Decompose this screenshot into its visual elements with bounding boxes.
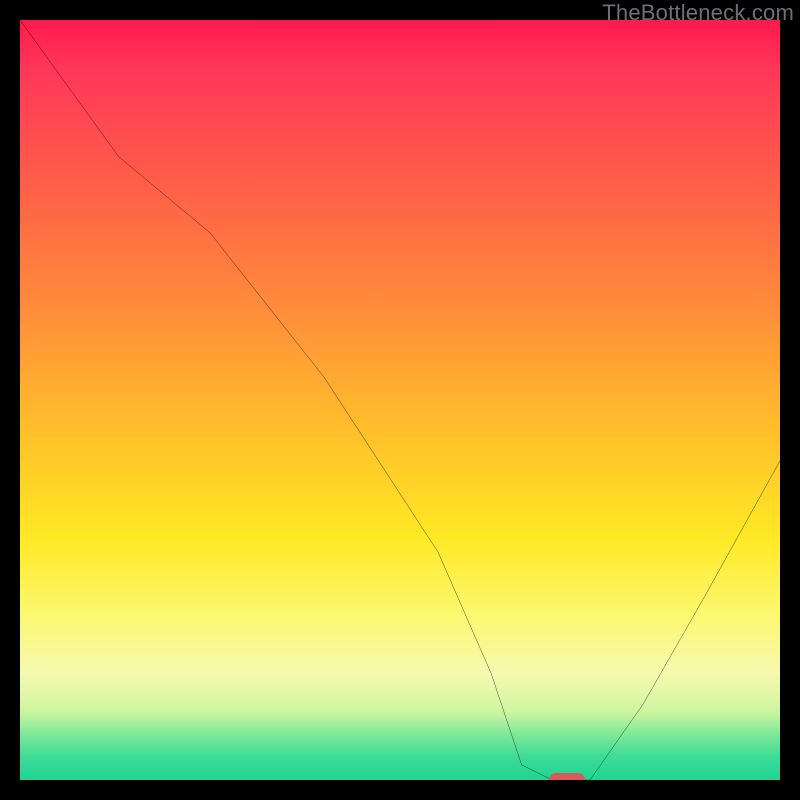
plot-area [20, 20, 780, 780]
optimal-marker [549, 773, 585, 780]
chart-frame: TheBottleneck.com [0, 0, 800, 800]
bottleneck-curve [20, 20, 780, 780]
watermark-text: TheBottleneck.com [602, 0, 794, 26]
